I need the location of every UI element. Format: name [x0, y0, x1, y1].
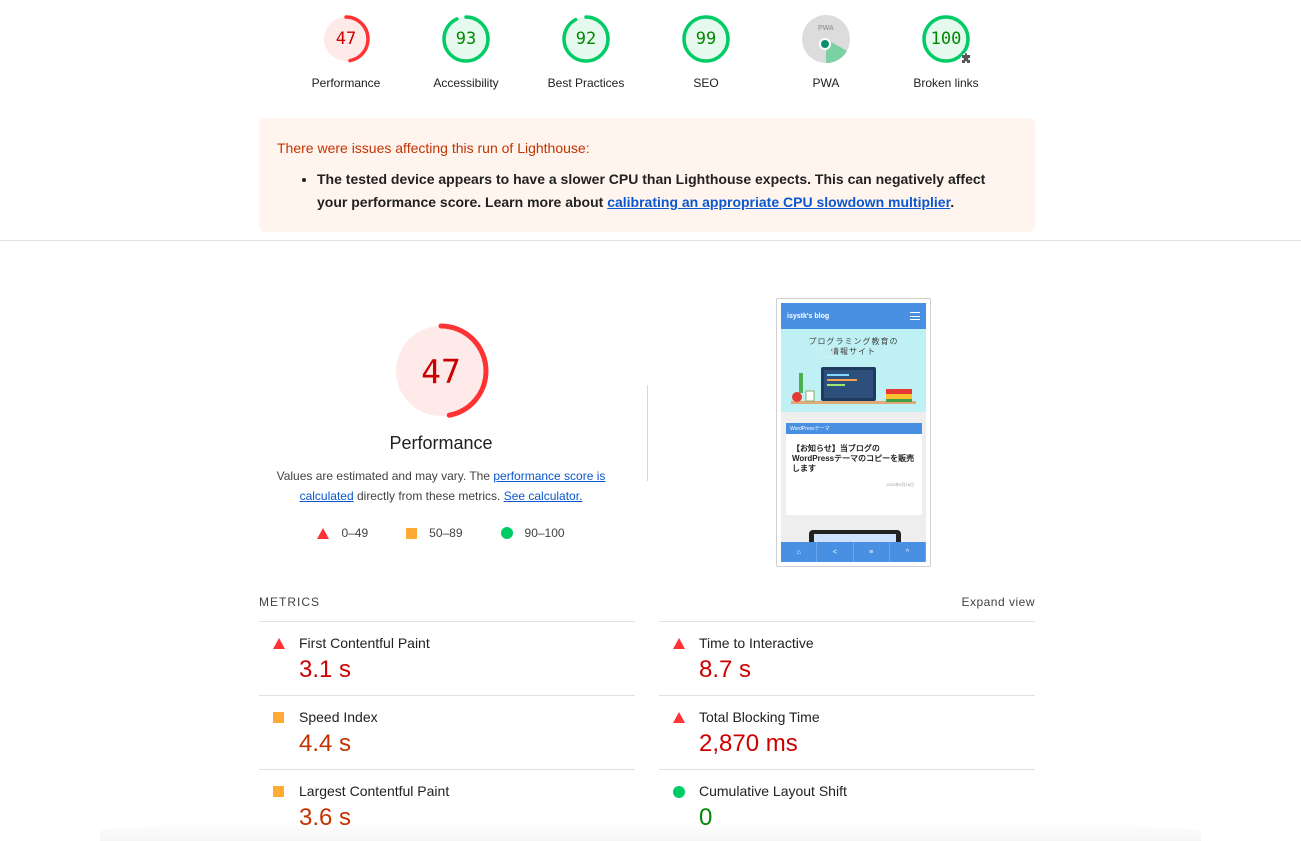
metrics-title: METRICS: [259, 595, 320, 609]
gauge-label: Performance: [311, 76, 381, 90]
gauge-seo[interactable]: 99 SEO: [646, 14, 766, 90]
site-header: isystk's blog: [781, 303, 926, 329]
bottom-shadow: [100, 821, 1201, 841]
warning-title: There were issues affecting this run of …: [277, 140, 590, 156]
performance-gauge[interactable]: 47: [392, 322, 490, 420]
legend-fail: 0–49: [317, 526, 368, 540]
triangle-icon: [273, 638, 285, 649]
gauge-broken-links[interactable]: 100 Broken links: [886, 14, 1006, 90]
performance-title: Performance: [389, 433, 493, 453]
vertical-separator: [647, 385, 648, 481]
puzzle-icon: [960, 52, 978, 70]
legend-pass: 90–100: [500, 526, 565, 540]
gauge-pwa[interactable]: PWA PWA: [766, 14, 886, 90]
triangle-icon: [673, 638, 685, 649]
metric-name: Cumulative Layout Shift: [699, 783, 847, 799]
phone-screenshot: isystk's blog プログラミング教育の 情報サイト WordPress…: [781, 303, 926, 562]
gauge-label: Best Practices: [547, 76, 625, 90]
share-icon: <: [817, 542, 854, 562]
desc-text-1: Values are estimated and may vary. The: [276, 469, 494, 483]
final-screenshot[interactable]: isystk's blog プログラミング教育の 情報サイト WordPress…: [776, 298, 931, 567]
pwa-badge-icon: PWA: [801, 14, 851, 64]
cpu-calibration-link[interactable]: calibrating an appropriate CPU slowdown …: [607, 194, 950, 210]
metric-value: 4.4 s: [299, 730, 352, 757]
gauge-label: Broken links: [913, 76, 979, 90]
metric-first-contentful-paint: First Contentful Paint 3.1 s: [259, 621, 635, 695]
performance-description: Values are estimated and may vary. The p…: [259, 466, 623, 506]
gauge-score: 99: [695, 29, 717, 49]
gauge-score: 47: [335, 29, 357, 49]
metric-value: 2,870 ms: [699, 730, 798, 757]
metric-name: First Contentful Paint: [299, 635, 430, 651]
gauge-label: PWA: [812, 76, 840, 90]
hero-banner: プログラミング教育の 情報サイト: [781, 329, 926, 412]
gauge-label: SEO: [693, 76, 719, 90]
circle-icon: [673, 786, 685, 798]
gauge-ring: 100: [921, 14, 978, 70]
post-date: 2020年5月16日: [886, 482, 914, 487]
svg-text:PWA: PWA: [818, 25, 834, 32]
gauge-ring: 47: [321, 14, 371, 64]
gauge-ring: 92: [561, 14, 611, 64]
section-divider: [0, 240, 1301, 241]
square-icon: [273, 786, 284, 797]
triangle-icon: [673, 712, 685, 723]
square-icon: [406, 527, 418, 539]
menu-icon: ≡: [854, 542, 890, 562]
gauge-label: Accessibility: [433, 76, 499, 90]
post-card: WordPressテーマ 【お知らせ】当ブログのWordPressテーマのコピー…: [786, 423, 922, 515]
performance-summary: 47 Performance Values are estimated and …: [259, 322, 623, 540]
gauge-score: 92: [575, 29, 597, 49]
triangle-icon: [317, 527, 330, 539]
home-icon: ⌂: [781, 542, 818, 562]
gauge-ring: 93: [441, 14, 491, 64]
chevron-up-icon: ^: [890, 542, 926, 562]
metric-value: 8.7 s: [699, 656, 752, 683]
site-title: isystk's blog: [787, 312, 830, 320]
performance-score: 47: [421, 351, 461, 391]
score-legend: 0–49 50–89 90–100: [317, 526, 565, 540]
metrics-header: METRICS Expand view: [259, 595, 1035, 609]
hero-illustration: [791, 346, 916, 404]
warning-item-end: .: [950, 194, 955, 210]
metric-name: Largest Contentful Paint: [299, 783, 450, 799]
gauge-accessibility[interactable]: 93 Accessibility: [406, 14, 526, 90]
metric-name: Total Blocking Time: [699, 709, 820, 725]
category-gauges: 47 Performance 93 Accessibility 92 Best …: [286, 14, 1006, 90]
gauge-score: 93: [455, 29, 477, 49]
post-category-tag: WordPressテーマ: [786, 423, 922, 434]
metric-total-blocking-time: Total Blocking Time 2,870 ms: [659, 695, 1035, 769]
metric-name: Speed Index: [299, 709, 378, 725]
gauge-performance[interactable]: 47 Performance: [286, 14, 406, 90]
expand-view-button[interactable]: Expand view: [961, 595, 1035, 609]
post-title: 【お知らせ】当ブログのWordPressテーマのコピーを販売します: [792, 444, 915, 473]
warning-item: The tested device appears to have a slow…: [317, 168, 1017, 214]
metrics-grid: First Contentful Paint 3.1 s Time to Int…: [259, 621, 1035, 841]
legend-average: 50–89: [406, 526, 463, 540]
metric-name: Time to Interactive: [699, 635, 814, 651]
site-footer-nav: ⌂ < ≡ ^: [781, 542, 926, 562]
gauge-best-practices[interactable]: 92 Best Practices: [526, 14, 646, 90]
metric-speed-index: Speed Index 4.4 s: [259, 695, 635, 769]
legend-range: 90–100: [524, 526, 565, 540]
circle-icon: [500, 527, 513, 539]
legend-range: 0–49: [341, 526, 369, 540]
square-icon: [273, 712, 284, 723]
metric-time-to-interactive: Time to Interactive 8.7 s: [659, 621, 1035, 695]
legend-range: 50–89: [429, 526, 463, 540]
run-warning-box: There were issues affecting this run of …: [259, 118, 1035, 232]
hamburger-icon: [910, 312, 920, 320]
gauge-ring: 99: [681, 14, 731, 64]
warning-list: The tested device appears to have a slow…: [277, 168, 1017, 214]
see-calculator-link[interactable]: See calculator.: [504, 489, 583, 503]
desc-text-2: directly from these metrics.: [353, 489, 504, 503]
metric-value: 3.1 s: [299, 656, 352, 683]
